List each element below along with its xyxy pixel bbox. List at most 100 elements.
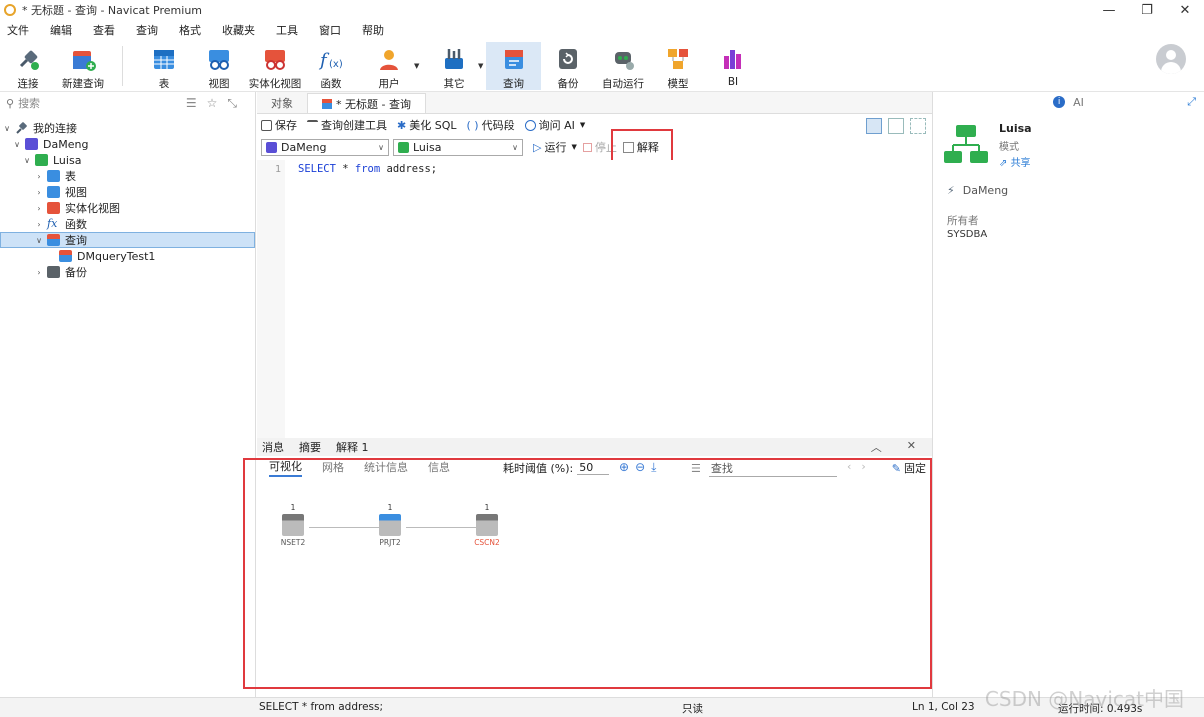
toolbar-model-button[interactable]: 模型 bbox=[660, 42, 696, 90]
split-horizontal-icon[interactable] bbox=[866, 118, 882, 134]
code-snippet-button[interactable]: ( ) 代码段 bbox=[466, 117, 514, 133]
query-toolbar: 保存 查询创建工具 ✱ 美化 SQL ( ) 代码段 询问 AI ▼ bbox=[257, 114, 932, 136]
tab-summary[interactable]: 摘要 bbox=[299, 439, 321, 455]
minimize-button[interactable]: — bbox=[1090, 0, 1128, 20]
query-builder-icon bbox=[307, 119, 318, 131]
tree-item-materialized-views[interactable]: › 实体化视图 bbox=[0, 200, 255, 216]
toolbar-query-button[interactable]: 查询 bbox=[486, 42, 541, 90]
toolbar-materialized-view-button[interactable]: 实体化视图 bbox=[248, 42, 302, 90]
menu-format[interactable]: 格式 bbox=[179, 22, 201, 38]
tree-item-backups[interactable]: › 备份 bbox=[0, 264, 255, 280]
menu-favorites[interactable]: 收藏夹 bbox=[222, 22, 255, 38]
maximize-button[interactable]: ❐ bbox=[1128, 0, 1166, 20]
user-avatar[interactable] bbox=[1156, 44, 1186, 74]
toolbar-function-button[interactable]: f (x) 函数 bbox=[314, 42, 348, 90]
query-file-icon bbox=[59, 250, 72, 262]
chevron-right-icon[interactable]: › bbox=[34, 188, 44, 197]
tab-messages[interactable]: 消息 bbox=[262, 439, 284, 455]
tree-item-queries[interactable]: ∨ 查询 bbox=[0, 232, 255, 248]
function-icon: fx bbox=[47, 217, 58, 230]
info-icon[interactable]: i bbox=[1053, 96, 1066, 108]
tab-untitled-query[interactable]: * 无标题 - 查询 bbox=[307, 93, 426, 113]
tab-ai[interactable]: AI bbox=[1073, 96, 1084, 109]
menu-view[interactable]: 查看 bbox=[93, 22, 115, 38]
plug-icon: ⚡ bbox=[947, 184, 955, 197]
sql-editor[interactable]: 1 SELECT * from address; bbox=[257, 160, 932, 438]
results-tabs: 消息 摘要 解释 1 ︿ ✕ bbox=[257, 438, 932, 456]
sql-code[interactable]: SELECT * from address; bbox=[298, 163, 437, 175]
tree-item-luisa[interactable]: ∨ Luisa bbox=[0, 152, 255, 168]
title-bar: * 无标题 - 查询 - Navicat Premium — ❐ ✕ bbox=[0, 0, 1204, 20]
fullscreen-icon[interactable] bbox=[910, 118, 926, 134]
main-toolbar: 连接 新建查询 表 视图 实体化视图 f (x) 函数 用户 ▼ 其它 ▼ 查询… bbox=[0, 40, 1204, 92]
watermark: CSDN @Navicat中国 bbox=[984, 687, 1184, 711]
toolbar-backup-button[interactable]: 备份 bbox=[549, 42, 587, 90]
split-vertical-icon[interactable] bbox=[888, 118, 904, 134]
menu-window[interactable]: 窗口 bbox=[319, 22, 341, 38]
chevron-right-icon[interactable]: › bbox=[34, 268, 44, 277]
schema-select[interactable]: Luisa ∨ bbox=[393, 138, 523, 156]
toolbar-user-button[interactable]: 用户 bbox=[370, 42, 408, 90]
query-builder-button[interactable]: 查询创建工具 bbox=[307, 117, 387, 133]
owner-value: SYSDBA bbox=[947, 229, 988, 240]
materialized-view-icon bbox=[47, 202, 60, 214]
sidebar-search[interactable]: ⚲ 搜索 ☰ ☆ ⤡ bbox=[0, 92, 255, 114]
tree-item-views[interactable]: › 视图 bbox=[0, 184, 255, 200]
plug-icon bbox=[15, 46, 41, 72]
menu-tools[interactable]: 工具 bbox=[276, 22, 298, 38]
chevron-down-icon[interactable]: ∨ bbox=[22, 156, 32, 165]
menu-file[interactable]: 文件 bbox=[7, 22, 29, 38]
chevron-down-icon[interactable]: ∨ bbox=[34, 236, 44, 245]
collapse-all-icon[interactable]: ⤡ bbox=[227, 96, 237, 111]
status-readonly: 只读 bbox=[682, 703, 703, 715]
parentheses-icon: ( ) bbox=[466, 118, 479, 132]
expand-icon[interactable]: ⤢ bbox=[1187, 95, 1196, 109]
chevron-right-icon[interactable]: › bbox=[34, 172, 44, 181]
connection-select[interactable]: DaMeng ∨ bbox=[261, 138, 389, 156]
save-button[interactable]: 保存 bbox=[261, 117, 297, 133]
editor-tabs: 对象 * 无标题 - 查询 bbox=[257, 92, 932, 114]
ai-icon bbox=[524, 119, 536, 131]
tab-explain-1[interactable]: 解释 1 bbox=[336, 439, 369, 455]
menu-edit[interactable]: 编辑 bbox=[50, 22, 72, 38]
toolbar-other-button[interactable]: 其它 bbox=[436, 42, 472, 90]
toolbar-bi-button[interactable]: BI bbox=[716, 42, 750, 90]
close-button[interactable]: ✕ bbox=[1166, 0, 1204, 20]
toolbar-table-button[interactable]: 表 bbox=[146, 42, 182, 90]
query-icon bbox=[47, 234, 60, 246]
magic-wand-icon: ✱ bbox=[397, 118, 407, 132]
run-button[interactable]: ▷ 运行 ▼ bbox=[533, 139, 577, 155]
query-tab-icon bbox=[322, 98, 332, 109]
toolbar-auto-run-button[interactable]: 自动运行 bbox=[598, 42, 648, 90]
share-link[interactable]: ⇗ 共享 bbox=[999, 154, 1031, 169]
results-highlight-box bbox=[243, 458, 932, 689]
menu-query[interactable]: 查询 bbox=[136, 22, 158, 38]
tree-item-dmquerytest1[interactable]: DMqueryTest1 bbox=[0, 248, 255, 264]
chevron-down-icon[interactable]: ∨ bbox=[2, 124, 12, 133]
other-dropdown-caret[interactable]: ▼ bbox=[478, 62, 483, 70]
ask-ai-button[interactable]: 询问 AI ▼ bbox=[524, 117, 585, 133]
toolbar-connect-button[interactable]: 连接 bbox=[6, 42, 50, 90]
search-input[interactable]: 搜索 bbox=[18, 95, 40, 111]
beautify-sql-button[interactable]: ✱ 美化 SQL bbox=[397, 117, 456, 133]
toolbar-new-query-button[interactable]: 新建查询 bbox=[58, 42, 108, 90]
toolbar-separator bbox=[122, 46, 123, 86]
view-icon bbox=[206, 46, 232, 72]
filter-icon[interactable]: ☰ bbox=[186, 96, 197, 111]
tab-objects[interactable]: 对象 bbox=[257, 93, 307, 113]
tree-item-dameng[interactable]: ∨ DaMeng bbox=[0, 136, 255, 152]
collapse-panel-icon[interactable]: ︿ bbox=[871, 439, 882, 455]
tree-item-tables[interactable]: › 表 bbox=[0, 168, 255, 184]
close-panel-icon[interactable]: ✕ bbox=[907, 439, 916, 455]
user-dropdown-caret[interactable]: ▼ bbox=[414, 62, 419, 70]
menu-help[interactable]: 帮助 bbox=[362, 22, 384, 38]
chevron-right-icon[interactable]: › bbox=[34, 220, 44, 229]
tree-item-functions[interactable]: › fx 函数 bbox=[0, 216, 255, 232]
star-icon[interactable]: ☆ bbox=[207, 96, 218, 111]
model-icon bbox=[665, 46, 691, 72]
chevron-right-icon[interactable]: › bbox=[34, 204, 44, 213]
toolbar-view-button[interactable]: 视图 bbox=[200, 42, 238, 90]
chevron-down-icon[interactable]: ∨ bbox=[12, 140, 22, 149]
plug-icon bbox=[15, 122, 28, 134]
tree-item-my-connections[interactable]: ∨ 我的连接 bbox=[0, 120, 255, 136]
